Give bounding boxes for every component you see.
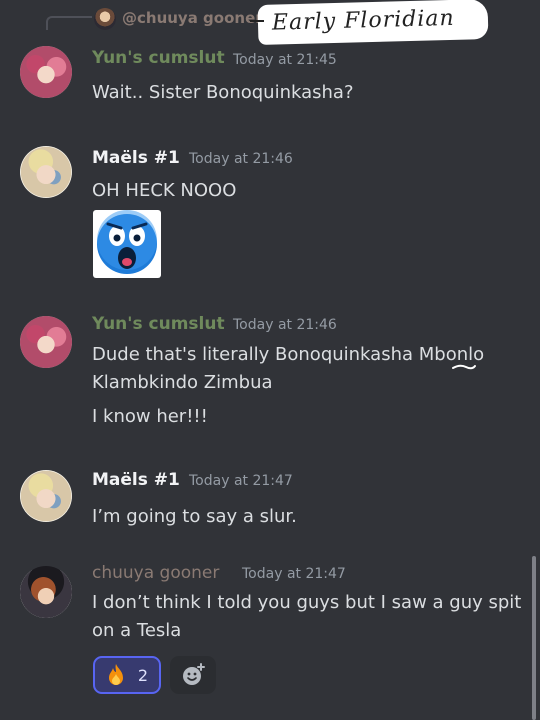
scared-emoji-image[interactable] bbox=[93, 210, 161, 278]
message-text: Wait.. Sister Bonoquinkasha? bbox=[92, 82, 354, 103]
message-author[interactable]: Maëls #1 bbox=[92, 470, 180, 490]
reply-avatar[interactable] bbox=[94, 8, 116, 30]
message-text: OH HECK NOOO bbox=[92, 180, 237, 201]
reply-connector bbox=[46, 16, 92, 30]
fire-reaction-button[interactable]: 2 bbox=[93, 656, 161, 694]
avatar[interactable] bbox=[20, 566, 72, 618]
ink-underline-mark bbox=[452, 364, 476, 370]
reaction-count: 2 bbox=[137, 665, 149, 685]
message-author[interactable]: chuuya gooner bbox=[92, 563, 219, 583]
reply-author[interactable]: @chuuya gooner bbox=[122, 9, 263, 27]
message-author[interactable]: Yun's cumslut bbox=[92, 48, 225, 68]
message-timestamp: Today at 21:47 bbox=[242, 566, 346, 582]
message-text: Dude that's literally Bonoquinkasha Mbon… bbox=[92, 344, 485, 365]
message-text: I don’t think I told you guys but I saw … bbox=[92, 592, 522, 613]
fire-icon bbox=[108, 664, 123, 685]
annotation-text: Early Floridian bbox=[271, 5, 455, 36]
scared-face-icon bbox=[97, 210, 157, 274]
handwritten-annotation: Early Floridian bbox=[257, 0, 489, 46]
message-timestamp: Today at 21:45 bbox=[233, 52, 337, 68]
message-timestamp: Today at 21:46 bbox=[189, 151, 293, 167]
message-timestamp: Today at 21:46 bbox=[233, 317, 337, 333]
avatar[interactable] bbox=[20, 470, 72, 522]
add-reaction-button[interactable] bbox=[170, 656, 216, 694]
avatar[interactable] bbox=[20, 316, 72, 368]
scrollbar[interactable] bbox=[532, 556, 536, 720]
message-text: I’m going to say a slur. bbox=[92, 506, 297, 527]
message-timestamp: Today at 21:47 bbox=[189, 473, 293, 489]
message-text: I know her!!! bbox=[92, 406, 208, 427]
avatar[interactable] bbox=[20, 146, 72, 198]
message-author[interactable]: Yun's cumslut bbox=[92, 314, 225, 334]
message-author[interactable]: Maëls #1 bbox=[92, 148, 180, 168]
avatar[interactable] bbox=[20, 46, 72, 98]
add-reaction-icon bbox=[183, 663, 205, 685]
message-text: Klambkindo Zimbua bbox=[92, 372, 273, 393]
message-text: on a Tesla bbox=[92, 620, 182, 641]
annotation-dash bbox=[250, 20, 264, 22]
